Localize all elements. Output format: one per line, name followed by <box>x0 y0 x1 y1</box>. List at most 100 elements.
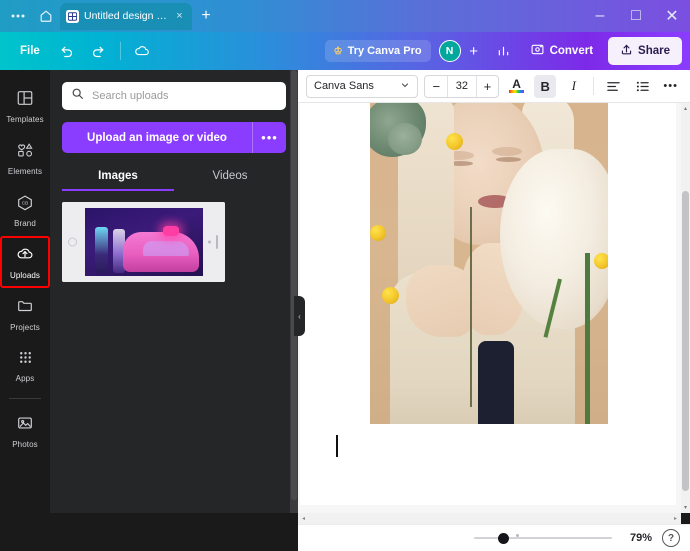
canvas-vertical-scrollbar[interactable]: ▴ ▾ <box>681 103 690 513</box>
sidebar-item-label: Photos <box>12 439 38 449</box>
design-page[interactable] <box>300 103 676 505</box>
text-color-letter: A <box>512 77 521 91</box>
search-uploads-box[interactable] <box>62 82 286 110</box>
text-cursor[interactable] <box>336 435 338 457</box>
sidebar-item-projects[interactable]: Projects <box>0 288 50 340</box>
avatar[interactable]: N <box>438 40 461 62</box>
upload-more-options-icon[interactable]: ••• <box>252 122 286 153</box>
sidebar-item-label: Uploads <box>9 270 41 280</box>
sidebar-item-label: Brand <box>14 218 36 228</box>
zoom-slider-handle[interactable] <box>498 533 509 544</box>
convert-button[interactable]: Convert <box>521 37 602 65</box>
sidebar-item-apps[interactable]: Apps <box>0 340 50 392</box>
zoom-slider[interactable] <box>474 531 612 545</box>
header-left-group: File <box>0 37 157 65</box>
canvas-area[interactable]: ▴ ▾ <box>298 103 690 513</box>
scroll-right-arrow[interactable]: ▸ <box>670 515 681 522</box>
search-input[interactable] <box>92 90 277 102</box>
close-window-icon[interactable]: ✕ <box>654 0 690 32</box>
sidebar-item-uploads[interactable]: Uploads <box>0 236 50 288</box>
brand-icon: CB <box>16 193 34 216</box>
text-toolbar: Canva Sans − 32 + A B I ••• <box>298 70 690 103</box>
help-icon[interactable]: ? <box>662 529 680 547</box>
scroll-up-arrow[interactable]: ▴ <box>681 103 690 114</box>
crown-icon: ♔ <box>333 45 343 57</box>
figure-left <box>94 227 108 273</box>
redo-icon[interactable] <box>84 37 114 65</box>
photos-icon <box>16 414 34 437</box>
upload-image-or-video-button[interactable]: Upload an image or video <box>62 122 252 153</box>
browser-tab-active[interactable]: Untitled design - D... × <box>60 2 192 30</box>
font-size-increase-button[interactable]: + <box>477 76 499 97</box>
scroll-left-arrow[interactable]: ◂ <box>298 515 309 522</box>
phone-camera-dot <box>208 240 211 244</box>
billy-button-flower <box>594 253 608 269</box>
uploads-grid <box>62 202 286 282</box>
canvas-horizontal-scrollbar[interactable]: ◂ ▸ <box>298 513 681 524</box>
try-canva-pro-button[interactable]: ♔ Try Canva Pro <box>324 40 431 62</box>
sidebar-item-label: Templates <box>6 114 44 124</box>
browser-tab-title: Untitled design - D... <box>84 10 168 22</box>
italic-button[interactable]: I <box>562 75 585 98</box>
panel-scrollbar-thumb[interactable] <box>291 70 297 500</box>
tab-videos[interactable]: Videos <box>174 163 286 191</box>
bold-button[interactable]: B <box>533 74 557 98</box>
share-button[interactable]: Share <box>608 37 682 65</box>
uploads-panel: Upload an image or video ••• Images Vide… <box>50 70 298 551</box>
tab-images[interactable]: Images <box>62 163 174 191</box>
sidebar-item-templates[interactable]: Templates <box>0 80 50 132</box>
undo-icon[interactable] <box>52 37 82 65</box>
canva-favicon <box>66 9 79 23</box>
minimize-icon[interactable]: – <box>582 0 618 32</box>
header-divider <box>119 42 121 60</box>
file-menu-button[interactable]: File <box>10 40 50 62</box>
portrait-photo-element[interactable] <box>370 103 608 424</box>
canva-header-bar: File ♔ Try Canva Pro N + Convert Share <box>0 32 690 70</box>
zoom-slider-track[interactable] <box>474 537 612 539</box>
convert-label: Convert <box>549 45 594 57</box>
brow-right <box>492 147 522 156</box>
tabstrip-left-controls: Untitled design - D... × + <box>0 0 224 32</box>
text-align-left-icon[interactable] <box>602 75 625 98</box>
try-canva-pro-label: Try Canva Pro <box>347 45 422 57</box>
bold-glyph: B <box>540 78 550 94</box>
more-options-icon[interactable]: ••• <box>659 75 682 98</box>
bar-chart-icon[interactable] <box>489 37 519 65</box>
font-size-decrease-button[interactable]: − <box>425 76 447 97</box>
flower-stem <box>470 207 472 407</box>
sidebar-item-photos[interactable]: Photos <box>0 405 50 457</box>
phone-mockup <box>62 202 225 282</box>
home-icon[interactable] <box>32 3 60 29</box>
cloud-save-icon[interactable] <box>127 37 157 65</box>
phone-home-button <box>68 237 77 247</box>
text-color-swatch: A <box>509 77 525 93</box>
phone-side-button <box>216 235 218 249</box>
maximize-icon[interactable]: □ <box>618 0 654 32</box>
eye-right <box>496 157 521 162</box>
sidebar-item-elements[interactable]: Elements <box>0 132 50 184</box>
italic-glyph: I <box>571 78 576 93</box>
uploads-icon <box>16 245 34 268</box>
sidebar-item-label: Projects <box>10 322 40 332</box>
bullet-list-icon[interactable] <box>631 75 654 98</box>
zoom-level-label[interactable]: 79% <box>622 532 652 544</box>
ellipsis-icon[interactable] <box>4 3 32 29</box>
upload-thumbnail-item[interactable] <box>62 202 225 282</box>
convert-icon <box>530 42 545 60</box>
sidebar-item-brand[interactable]: CB Brand <box>0 184 50 236</box>
status-bar: 79% ? <box>298 524 690 551</box>
car-siren-light <box>162 226 179 236</box>
text-color-icon[interactable]: A <box>505 75 528 98</box>
font-family-select[interactable]: Canva Sans <box>306 74 419 98</box>
canvas-vertical-scrollbar-thumb[interactable] <box>682 191 689 491</box>
canva-editor-window: Untitled design - D... × + – □ ✕ File <box>0 0 690 551</box>
chevron-down-icon <box>400 80 410 93</box>
font-size-value[interactable]: 32 <box>447 75 477 97</box>
share-label: Share <box>638 45 670 57</box>
panel-collapse-button[interactable]: ‹ <box>294 296 305 336</box>
eucalyptus-leaves-secondary <box>388 123 422 155</box>
add-member-button[interactable]: + <box>463 40 485 62</box>
new-tab-button[interactable]: + <box>192 3 220 30</box>
close-icon[interactable]: × <box>173 10 186 22</box>
scroll-down-arrow[interactable]: ▾ <box>681 502 690 513</box>
